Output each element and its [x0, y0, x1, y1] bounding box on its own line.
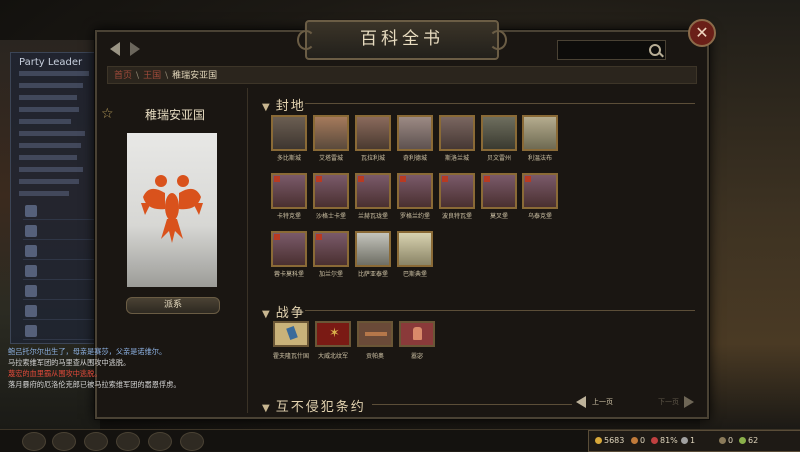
close-button[interactable]: ✕	[688, 19, 716, 47]
hand-emblem-icon	[413, 327, 422, 340]
war-faction-tile[interactable]: ✶	[315, 321, 351, 347]
search-input[interactable]	[557, 40, 666, 60]
entity-name: 稚瑞安亚国	[144, 108, 205, 122]
fief-tile[interactable]	[397, 173, 433, 209]
history-nav	[108, 42, 148, 60]
resource-bar: 5683 0 81% 1 0 62	[588, 430, 800, 452]
back-arrow-icon[interactable]	[110, 42, 120, 56]
food-display: 62	[739, 431, 758, 451]
fief-tile[interactable]	[397, 231, 433, 267]
war-faction-tile[interactable]	[399, 321, 435, 347]
star-emblem-icon: ✶	[329, 326, 340, 341]
window-title: 百科全书	[297, 20, 507, 60]
map-right-region	[700, 0, 800, 430]
toolbar-button[interactable]	[148, 432, 172, 451]
fief-tile[interactable]	[397, 115, 433, 151]
party-panel: Party Leader	[10, 52, 107, 344]
fief-label: 利温法布	[527, 155, 552, 162]
fief-tile[interactable]	[271, 173, 307, 209]
fief-tile[interactable]	[271, 115, 307, 151]
favorite-star-icon[interactable]: ☆	[101, 106, 114, 122]
fief-tile[interactable]	[355, 231, 391, 267]
fiefs-header[interactable]: ▼ 封地	[262, 95, 306, 114]
morale-display: 81%	[651, 431, 678, 451]
fief-tile[interactable]	[313, 231, 349, 267]
treaties-header[interactable]: ▼ 互不侵犯条约	[262, 396, 366, 415]
morale-icon	[651, 437, 658, 444]
influence-icon	[631, 437, 638, 444]
fief-tile[interactable]	[522, 173, 558, 209]
party-action-icon	[25, 245, 37, 257]
breadcrumb-home[interactable]: 首页	[114, 71, 132, 81]
party-panel-title: Party Leader	[19, 57, 83, 68]
fief-tile[interactable]	[313, 173, 349, 209]
fief-tile[interactable]	[481, 115, 517, 151]
prev-page-label[interactable]: 上一页	[592, 397, 613, 407]
party-action-icon	[25, 325, 37, 337]
troops-icon	[681, 437, 688, 444]
toolbar-button[interactable]	[84, 432, 108, 451]
toolbar-button[interactable]	[180, 432, 204, 451]
chat-line: 马拉索维军团的马里查从围攻中逃脱。	[8, 358, 131, 367]
party-action-icon	[25, 265, 37, 277]
toolbar-button[interactable]	[52, 432, 76, 451]
chevron-down-icon: ▼	[262, 403, 272, 414]
gold-display: 5683	[595, 431, 624, 451]
double-headed-eagle-icon	[141, 175, 203, 243]
chat-line: 蔑宏的血里霸从围攻中逃脱。	[8, 369, 102, 378]
breadcrumb: 首页 \ 王国 \ 稚瑞安亚国	[107, 66, 697, 84]
chat-log: 鲍吕托尔尔出生了，母亲是赛莎，父亲是诺维尔。 马拉索维军团的马里查从围攻中逃脱。…	[8, 346, 248, 408]
chat-line: 鲍吕托尔尔出生了，母亲是赛莎，父亲是诺维尔。	[8, 347, 167, 356]
faction-emblem-icon	[365, 332, 387, 336]
faction-button[interactable]: 派系	[126, 297, 220, 314]
fief-tile[interactable]	[481, 173, 517, 209]
toolbar-button[interactable]	[22, 432, 46, 451]
war-faction-tile[interactable]	[357, 321, 393, 347]
chevron-down-icon: ▼	[262, 102, 272, 113]
fief-tile[interactable]	[439, 173, 475, 209]
party-action-icon	[25, 285, 37, 297]
gold-icon	[595, 437, 602, 444]
fief-tile[interactable]	[522, 115, 558, 151]
kingdom-banner	[127, 133, 217, 287]
war-faction-tile[interactable]	[273, 321, 309, 347]
prev-page-icon[interactable]	[576, 396, 586, 408]
fief-tile[interactable]	[439, 115, 475, 151]
troops-display: 1	[681, 431, 695, 451]
fief-tile[interactable]	[271, 231, 307, 267]
wars-header[interactable]: ▼ 战争	[262, 302, 306, 321]
pager: 上一页 下一页	[576, 396, 696, 410]
faction-emblem-icon	[286, 325, 298, 341]
party-action-icon	[25, 205, 37, 217]
war-faction-label: 嚣宓	[410, 353, 423, 360]
next-page-label: 下一页	[658, 398, 679, 406]
fief-label: 乌泰克堡	[527, 213, 552, 220]
breadcrumb-category[interactable]: 王国	[143, 71, 161, 81]
toolbar-button[interactable]	[116, 432, 140, 451]
fief-tile[interactable]	[355, 173, 391, 209]
fief-tile[interactable]	[355, 115, 391, 151]
breadcrumb-current: 稚瑞安亚国	[172, 71, 218, 81]
party-action-icon	[25, 305, 37, 317]
fief-label: 巴斯典堡	[402, 271, 427, 278]
food-icon	[739, 437, 746, 444]
chat-line: 落月暴府的厄洛伦克郎已被马拉索维军团的嚣恩俘虏。	[8, 380, 181, 389]
prisoners-display: 0	[719, 431, 733, 451]
party-action-icon	[25, 225, 37, 237]
forward-arrow-icon[interactable]	[130, 42, 140, 56]
prisoners-icon	[719, 437, 726, 444]
chevron-down-icon: ▼	[262, 309, 272, 320]
next-page-icon	[684, 396, 694, 408]
fief-tile[interactable]	[313, 115, 349, 151]
influence-display: 0	[631, 431, 645, 451]
search-icon[interactable]	[649, 44, 661, 56]
